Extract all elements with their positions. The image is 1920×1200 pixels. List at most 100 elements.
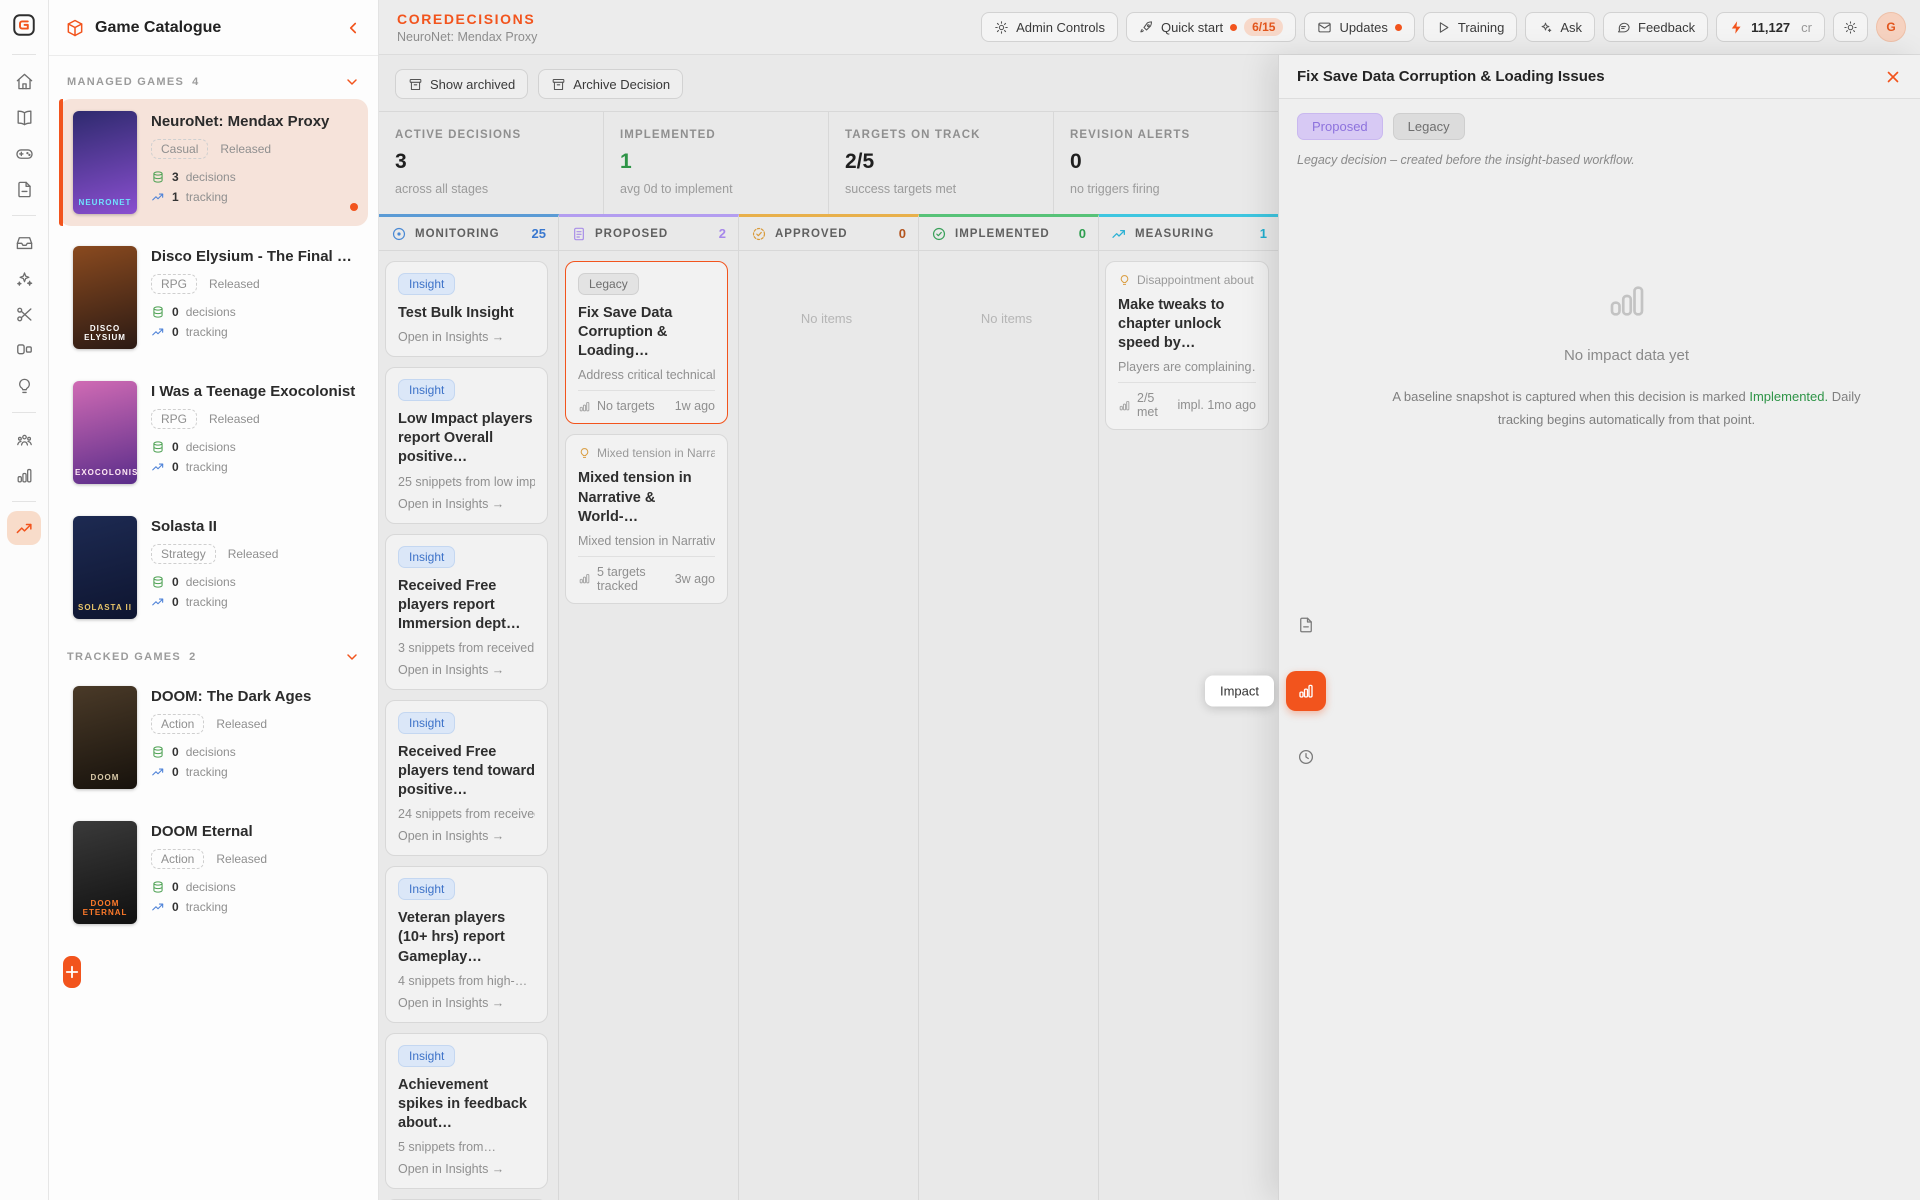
community-icon[interactable]: [7, 422, 41, 456]
game-list-item[interactable]: DOOM ETERNAL DOOM Eternal Action Release…: [59, 809, 368, 936]
game-title: DOOM Eternal: [151, 823, 356, 840]
bar-chart-icon[interactable]: [7, 458, 41, 492]
topbar: COREDECISIONS NeuroNet: Mendax Proxy Adm…: [379, 0, 1920, 55]
open-in-insights-link[interactable]: Open in Insights →: [398, 497, 535, 513]
card-footer: No targets 1w ago: [578, 390, 715, 413]
archive-decision-button[interactable]: Archive Decision: [538, 69, 683, 99]
decision-card[interactable]: Insight Achievement spikes in feedback a…: [385, 1033, 548, 1189]
card-title: Fix Save Data Corruption & Loading…: [578, 304, 715, 361]
column-header: IMPLEMENTED 0: [919, 217, 1098, 251]
bar-chart-icon: [578, 572, 591, 585]
game-list-item[interactable]: NEURONET NeuroNet: Mendax Proxy Casual R…: [59, 99, 368, 226]
add-game-button[interactable]: [63, 956, 81, 988]
divider: [12, 54, 36, 55]
cards-icon[interactable]: [7, 333, 41, 367]
collapse-sidebar-icon[interactable]: [344, 19, 362, 37]
updates-button[interactable]: Updates: [1304, 12, 1414, 42]
tracking-stat: 0tracking: [151, 325, 356, 339]
decisions-icon: [151, 575, 165, 589]
game-list-item[interactable]: DISCO ELYSIUM Disco Elysium - The Final …: [59, 234, 368, 361]
card-title: Veteran players (10+ hrs) report Gamepla…: [398, 909, 535, 966]
card-title: Low Impact players report Overall positi…: [398, 410, 535, 467]
decision-card[interactable]: Legacy Fix Save Data Corruption & Loadin…: [565, 261, 728, 424]
open-in-insights-link[interactable]: Open in Insights →: [398, 1162, 535, 1178]
unread-dot: [350, 203, 358, 211]
game-cover-label: DISCO ELYSIUM: [75, 324, 135, 342]
divider: [12, 412, 36, 413]
board-toolbar: Show archived Archive Decision: [379, 55, 1279, 111]
show-archived-button[interactable]: Show archived: [395, 69, 528, 99]
decision-card[interactable]: Insight Veteran players (10+ hrs) report…: [385, 866, 548, 1022]
release-status: Released: [209, 277, 260, 291]
feedback-button[interactable]: Feedback: [1603, 12, 1708, 42]
genre-tag: Action: [151, 849, 204, 869]
clipboard-icon: [571, 226, 587, 242]
card-title: Test Bulk Insight: [398, 304, 535, 323]
theme-toggle-button[interactable]: [1833, 12, 1868, 42]
avatar[interactable]: G: [1876, 12, 1906, 42]
open-in-insights-link[interactable]: Open in Insights →: [398, 663, 535, 679]
tab-impact[interactable]: [1286, 671, 1326, 711]
open-in-insights-link[interactable]: Open in Insights →: [398, 330, 535, 346]
game-cover: SOLASTA II: [73, 516, 137, 619]
tab-details[interactable]: [1286, 605, 1326, 645]
game-list-item[interactable]: DOOM DOOM: The Dark Ages Action Released…: [59, 674, 368, 801]
inbox-icon[interactable]: [7, 225, 41, 259]
stat-subtext: success targets met: [845, 182, 1037, 196]
section-header[interactable]: MANAGED GAMES 4: [59, 64, 368, 99]
chevron-down-icon[interactable]: [344, 74, 360, 90]
document-icon: [1297, 616, 1315, 634]
credits-button[interactable]: 11,127cr: [1716, 12, 1825, 42]
stat-cell: REVISION ALERTS 0 no triggers firing: [1054, 112, 1279, 214]
column-label: IMPLEMENTED: [955, 228, 1071, 240]
card-snippet: 4 snippets from high-…: [398, 974, 535, 988]
decision-card[interactable]: Insight Test Bulk Insight Open in Insigh…: [385, 261, 548, 357]
card-snippet: 3 snippets from received…: [398, 641, 535, 655]
decision-card[interactable]: Insight Received Free players tend towar…: [385, 700, 548, 856]
plus-icon: [63, 963, 81, 981]
trending-up-icon[interactable]: [7, 511, 41, 545]
stat-label: REVISION ALERTS: [1070, 129, 1263, 141]
targets-status: No targets: [597, 399, 655, 413]
decision-card[interactable]: Disappointment about … Make tweaks to ch…: [1105, 261, 1269, 430]
stat-value: 3: [395, 150, 587, 174]
lightbulb-icon[interactable]: [7, 369, 41, 403]
open-in-insights-link[interactable]: Open in Insights →: [398, 996, 535, 1012]
stats-row: ACTIVE DECISIONS 3 across all stages IMP…: [379, 111, 1279, 214]
chevron-down-icon[interactable]: [344, 649, 360, 665]
file-icon[interactable]: [7, 172, 41, 206]
admin-controls-button[interactable]: Admin Controls: [981, 12, 1118, 42]
notification-dot: [1395, 24, 1402, 31]
decisions-icon: [151, 170, 165, 184]
impact-empty-state: No impact data yet A baseline snapshot i…: [1333, 181, 1920, 1200]
card-badge: Insight: [398, 1045, 455, 1067]
home-icon[interactable]: [7, 64, 41, 98]
section-header[interactable]: TRACKED GAMES 2: [59, 639, 368, 674]
sparkles-icon[interactable]: [7, 261, 41, 295]
quick-start-button[interactable]: Quick start 6/15: [1126, 12, 1296, 42]
ask-button[interactable]: Ask: [1525, 12, 1595, 42]
decision-card[interactable]: Insight Received Free players report Imm…: [385, 534, 548, 690]
decision-card[interactable]: Mixed tension in Narrat… Mixed tension i…: [565, 434, 728, 603]
decisions-board: Show archived Archive Decision ACTIVE DE…: [379, 55, 1279, 1200]
library-icon[interactable]: [7, 100, 41, 134]
open-in-insights-link[interactable]: Open in Insights →: [398, 829, 535, 845]
game-section: TRACKED GAMES 2 DOOM DOOM: The Dark Ages…: [59, 639, 368, 936]
decision-card[interactable]: Insight Low Impact players report Overal…: [385, 367, 548, 523]
close-icon[interactable]: [1884, 68, 1902, 86]
tab-history[interactable]: [1286, 737, 1326, 777]
training-button[interactable]: Training: [1423, 12, 1517, 42]
column-body: No items: [919, 251, 1098, 1200]
game-cover: DISCO ELYSIUM: [73, 246, 137, 349]
game-list: MANAGED GAMES 4 NEURONET NeuroNet: Menda…: [49, 56, 378, 1200]
app-logo-icon[interactable]: [11, 12, 37, 38]
drawer-title: Fix Save Data Corruption & Loading Issue…: [1297, 68, 1884, 85]
column-header: MEASURING 1: [1099, 217, 1279, 251]
column-label: MONITORING: [415, 228, 524, 240]
game-list-item[interactable]: SOLASTA II Solasta II Strategy Released …: [59, 504, 368, 631]
trending-up-icon: [151, 595, 165, 609]
game-list-item[interactable]: EXOCOLONIST I Was a Teenage Exocolonist …: [59, 369, 368, 496]
scissors-icon[interactable]: [7, 297, 41, 331]
gamepad-icon[interactable]: [7, 136, 41, 170]
decisions-stat: 0decisions: [151, 745, 356, 759]
